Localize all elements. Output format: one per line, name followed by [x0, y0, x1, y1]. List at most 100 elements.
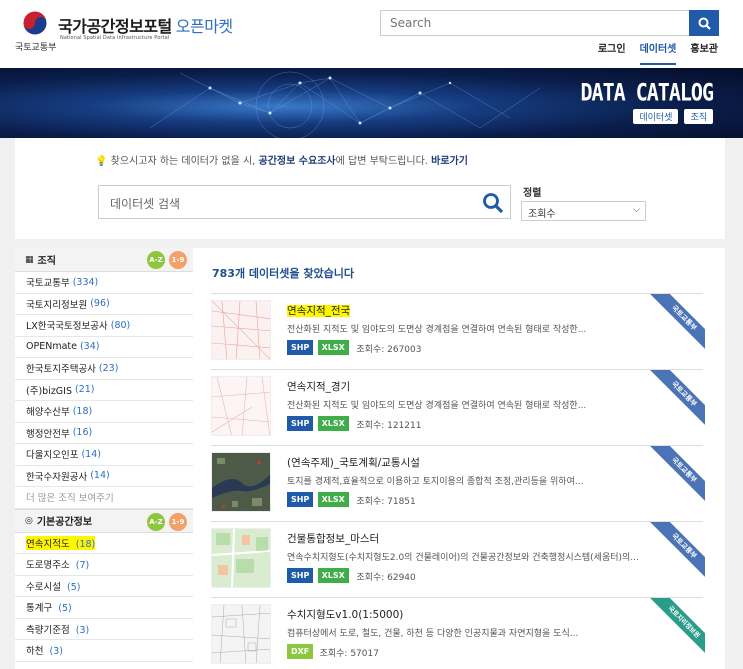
chevron-down-icon: ⌵ — [633, 205, 640, 215]
view-count: 조회수: 57017 — [319, 649, 379, 659]
facet-name: 한국수자원공사 — [26, 471, 88, 483]
survey-notice: 💡 찾으시고자 하는 데이터가 없을 시, 공간정보 수요조사에 답변 부탁드립… — [95, 156, 468, 167]
nav-login[interactable]: 로그인 — [598, 40, 626, 65]
category-facet-item[interactable]: 통계구 (5) — [15, 597, 193, 619]
nav-dataset[interactable]: 데이터셋 — [639, 40, 677, 65]
org-facet-item[interactable]: (주)bizGIS (21) — [15, 380, 193, 401]
facet-name: 한국토지주택공사 — [26, 364, 96, 376]
dataset-title[interactable]: 연속지적_경기 — [287, 379, 350, 394]
site-search-input[interactable] — [380, 10, 690, 36]
target-icon: ◎ — [25, 515, 33, 526]
sort-az-badge[interactable]: A-Z — [147, 251, 165, 269]
dataset-result-row[interactable]: 수치지형도v1.0(1:5000) 컴퓨터상에서 도로, 철도, 건물, 하천 등… — [211, 597, 705, 669]
category-facet-item[interactable]: 연속지적도 (18) — [15, 533, 193, 554]
dataset-result-row[interactable]: 연속지적_경기 전산화된 지적도 및 임야도의 도면상 경계점을 연결하여 연속된… — [211, 369, 705, 445]
org-facet-item[interactable]: 행정안전부 (16) — [15, 423, 193, 444]
top-nav: 로그인 데이터셋 홍보관 — [598, 40, 718, 65]
results-count: 783개 데이터셋을 찾았습니다 — [212, 267, 354, 280]
category-facet-item[interactable]: 수로시설 (5) — [15, 576, 193, 597]
format-badge-shp[interactable]: SHP — [287, 568, 314, 583]
search-icon[interactable] — [482, 192, 504, 214]
portal-title: 국가공간정보포털 — [58, 17, 172, 36]
org-ribbon: 국토교통부 — [643, 446, 705, 508]
facet-count: (16) — [72, 427, 93, 439]
category-facet-item[interactable]: 도로명주소 (7) — [15, 554, 193, 576]
format-badge-xlsx[interactable]: XLSX — [317, 416, 349, 431]
banner-dataset-button[interactable]: 데이터셋 — [633, 109, 679, 124]
dataset-title[interactable]: 수치지형도v1.0(1:5000) — [287, 607, 403, 622]
dataset-search-input[interactable]: 데이터셋 검색 — [98, 185, 511, 219]
org-ribbon: 국토교통부 — [643, 370, 705, 432]
facet-name: 다울지오인포 — [26, 450, 79, 462]
view-count: 조회수: 71851 — [356, 497, 416, 507]
org-ribbon: 국토지리정보원 — [643, 598, 705, 660]
taegeuk-emblem-icon[interactable] — [22, 10, 48, 36]
org-facet-item[interactable]: LX한국국토정보공사 (80) — [15, 315, 193, 337]
sort-count-badge[interactable]: 1-9 — [169, 512, 187, 531]
facet-count: (21) — [75, 384, 95, 396]
format-badge-xlsx[interactable]: XLSX — [317, 492, 349, 507]
category-facet-item[interactable]: 측량기준점 (3) — [15, 619, 193, 640]
nav-promo[interactable]: 홍보관 — [690, 40, 718, 65]
org-facet-item[interactable]: 다울지오인포 (14) — [15, 444, 193, 466]
data-catalog-banner: DATA CATALOG 데이터셋 조직 — [0, 68, 743, 138]
format-badge-shp[interactable]: SHP — [287, 340, 314, 355]
banner-buttons: 데이터셋 조직 — [633, 109, 713, 124]
format-badge-xlsx[interactable]: XLSX — [317, 340, 349, 355]
facet-sidebar: ▦ 조직 A-Z 1-9 국토교통부 (334) 국토지리정보원 (96) LX한국국토… — [15, 248, 193, 669]
site-search-button[interactable] — [689, 10, 719, 36]
dataset-thumbnail[interactable] — [211, 604, 271, 664]
org-facet-item[interactable]: 국토지리정보원 (96) — [15, 294, 193, 315]
results-panel: 783개 데이터셋을 찾았습니다 연속지적_전국전산화된 지적도 및 임야도의 … — [193, 248, 725, 669]
facet-name: 국토지리정보원 — [26, 299, 88, 311]
format-badge-shp[interactable]: SHP — [287, 416, 314, 431]
banner-title: DATA CATALOG — [580, 77, 714, 107]
portal-logo[interactable]: 국가공간정보포털 오픈마켓 — [58, 13, 233, 37]
dataset-title[interactable]: 건물통합정보_마스터 — [287, 531, 379, 546]
dataset-title[interactable]: 연속지적_전국 — [287, 303, 351, 318]
survey-link[interactable]: 공간정보 수요조사 — [259, 156, 336, 167]
format-badge-xlsx[interactable]: XLSX — [317, 568, 349, 583]
open-market-label: 오픈마켓 — [175, 17, 233, 36]
format-badge-shp[interactable]: SHP — [287, 492, 314, 507]
dataset-result-row[interactable]: (연속주제)_국토계획/교통시설토지를 경제적,효율적으로 이용하고 토지이용의… — [211, 445, 705, 521]
dataset-result-row[interactable]: 연속지적_전국전산화된 지적도 및 임야도의 도면상 경계점을 연결하여 연속된… — [211, 293, 705, 369]
facet-name: 행정안전부 — [26, 428, 70, 440]
dataset-description: 컴퓨터상에서 도로, 철도, 건물, 하천 등 다양한 인공지물과 자연지형을 … — [287, 629, 579, 639]
org-facet-header: ▦ 조직 A-Z 1-9 — [15, 248, 193, 272]
dataset-description: 전산화된 지적도 및 임야도의 도면상 경계점을 연결하여 연속된 형태로 작성… — [287, 325, 587, 335]
category-facet-item[interactable]: 하천 (3) — [15, 640, 193, 662]
dataset-thumbnail[interactable] — [211, 300, 271, 360]
view-count: 조회수: 62940 — [356, 573, 416, 583]
sort-select[interactable]: 조회수 ⌵ — [521, 201, 646, 221]
portal-subtitle: National Spatial Data Infrastructure Por… — [60, 35, 170, 41]
format-badge-dxf[interactable]: DXF — [287, 644, 314, 659]
org-facet-item[interactable]: OPENmate (34) — [15, 337, 193, 358]
sort-label: 정렬 — [523, 188, 542, 199]
lightbulb-icon: 💡 — [95, 156, 108, 167]
dataset-result-row[interactable]: 건물통합정보_마스터연속수치지형도(수치지형도2.0의 건물레이어)의 건물공간… — [211, 521, 705, 597]
dataset-description: 토지를 경제적,효율적으로 이용하고 토지이용의 종합적 조정,관리등을 위하여… — [287, 477, 584, 487]
org-facet-item[interactable]: 한국토지주택공사 (23) — [15, 358, 193, 380]
facet-label: 연속지적도 (18) — [26, 535, 96, 550]
org-facet-item[interactable]: 국토교통부 (334) — [15, 272, 193, 294]
banner-org-button[interactable]: 조직 — [684, 109, 713, 124]
survey-go-link[interactable]: 바로가기 — [431, 156, 468, 167]
facet-count: (80) — [110, 319, 131, 331]
facet-count: (14) — [90, 470, 110, 482]
view-count: 조회수: 121211 — [356, 421, 422, 431]
org-facet-item[interactable]: 한국수자원공사 (14) — [15, 466, 193, 487]
show-more-orgs[interactable]: 더 많은 조직 보여주기 — [15, 487, 193, 509]
org-facet-item[interactable]: 해양수산부 (18) — [15, 401, 193, 423]
dataset-thumbnail[interactable] — [211, 528, 271, 588]
sort-az-badge[interactable]: A-Z — [147, 512, 165, 531]
dataset-title[interactable]: (연속주제)_국토계획/교통시설 — [287, 455, 420, 470]
dataset-search-placeholder: 데이터셋 검색 — [110, 197, 181, 211]
dataset-thumbnail[interactable] — [211, 452, 271, 512]
facet-count: (334) — [72, 276, 99, 288]
facet-count: (18) — [72, 405, 93, 417]
sort-count-badge[interactable]: 1-9 — [169, 251, 187, 269]
dataset-description: 연속수치지형도(수치지형도2.0의 건물레이어)의 건물공간정보와 건축행정시스… — [287, 553, 639, 563]
facet-label: 하천 (3) — [26, 646, 63, 658]
dataset-thumbnail[interactable] — [211, 376, 271, 436]
